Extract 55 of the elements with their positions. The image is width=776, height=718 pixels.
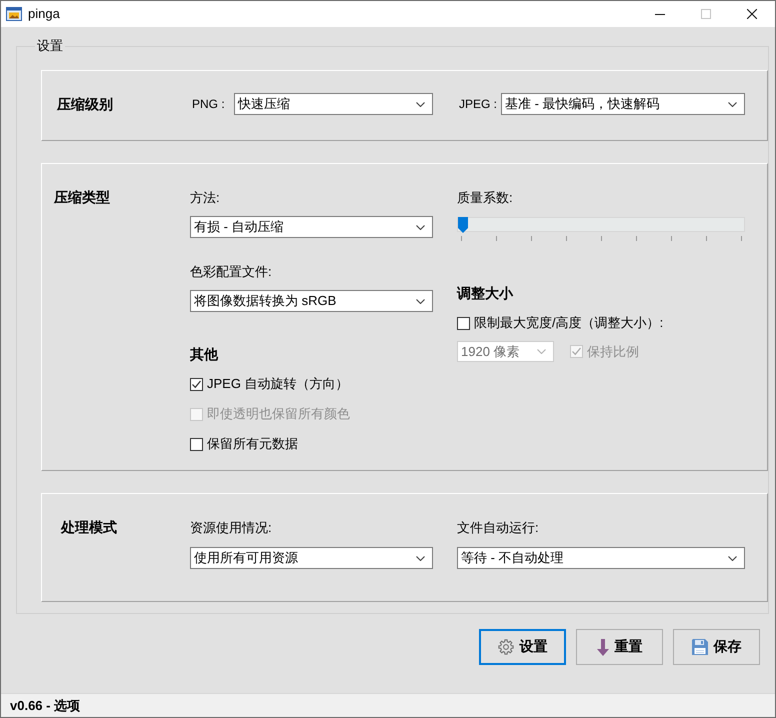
checkbox-label[interactable]: 限制最大宽度/高度（调整大小）: (474, 315, 664, 331)
slider-track[interactable] (457, 217, 745, 232)
chevron-down-icon (416, 102, 425, 106)
dropdown[interactable]: 基准 - 最快编码，快速解码 (501, 93, 745, 115)
chevron-down-icon (728, 102, 737, 106)
close-icon (747, 9, 757, 19)
group-title: 设置 (35, 38, 65, 54)
settings-button[interactable]: 设置 (479, 629, 566, 665)
section-heading: 其他 (190, 345, 220, 363)
field-label: PNG : (191, 97, 226, 111)
section-heading: 调整大小 (457, 284, 514, 302)
window-title: pinga (28, 6, 60, 22)
field-label: 文件自动运行: (457, 520, 540, 536)
checkbox[interactable] (190, 378, 203, 390)
checkmark-icon (191, 378, 202, 390)
field-label: 资源使用情况: (190, 520, 273, 536)
tick-mark (566, 236, 567, 241)
dropdown[interactable]: 等待 - 不自动处理 (457, 547, 745, 569)
tick-mark (531, 236, 532, 241)
save-button[interactable]: 保存 (673, 629, 760, 665)
chevron-down-icon (416, 556, 425, 560)
slider-thumb[interactable] (458, 217, 468, 233)
image-window-icon (6, 6, 22, 22)
chevron-down-icon (416, 298, 425, 304)
tick-mark (461, 236, 462, 241)
checkbox-label[interactable]: 保留所有元数据 (207, 436, 298, 452)
field-label: JPEG : (458, 97, 498, 111)
tick-mark (601, 236, 602, 241)
panel-title: 压缩级别 (56, 95, 114, 113)
checkmark-icon (571, 346, 582, 357)
maximize-icon (701, 9, 711, 19)
chevron-down-icon (537, 349, 546, 354)
reset-button[interactable]: 重置 (576, 629, 663, 665)
tick-mark (671, 236, 672, 241)
field-label: 色彩配置文件: (190, 264, 273, 280)
status-text: v0.66 - 选项 (10, 698, 80, 714)
tick-mark (636, 236, 637, 241)
panel-title: 压缩类型 (52, 188, 111, 206)
panel-title: 处理模式 (60, 518, 118, 536)
dropdown[interactable]: 使用所有可用资源 (190, 547, 433, 569)
dropdown[interactable]: 将图像数据转换为 sRGB (190, 290, 433, 312)
down-arrow-icon (596, 638, 608, 656)
tick-mark (741, 236, 742, 241)
dropdown[interactable]: 有损 - 自动压缩 (190, 216, 433, 238)
gear-icon (498, 639, 514, 655)
checkbox[interactable] (190, 438, 203, 450)
field-label: 方法: (190, 190, 221, 206)
field-label: 质量系数: (457, 190, 514, 206)
dropdown[interactable]: 快速压缩 (234, 93, 433, 115)
chevron-down-icon (728, 556, 737, 560)
chevron-down-icon (416, 224, 425, 230)
tick-mark (706, 236, 707, 241)
checkbox[interactable] (457, 316, 470, 330)
tick-mark (496, 236, 497, 241)
checkbox-label[interactable]: JPEG 自动旋转（方向） (207, 376, 349, 392)
